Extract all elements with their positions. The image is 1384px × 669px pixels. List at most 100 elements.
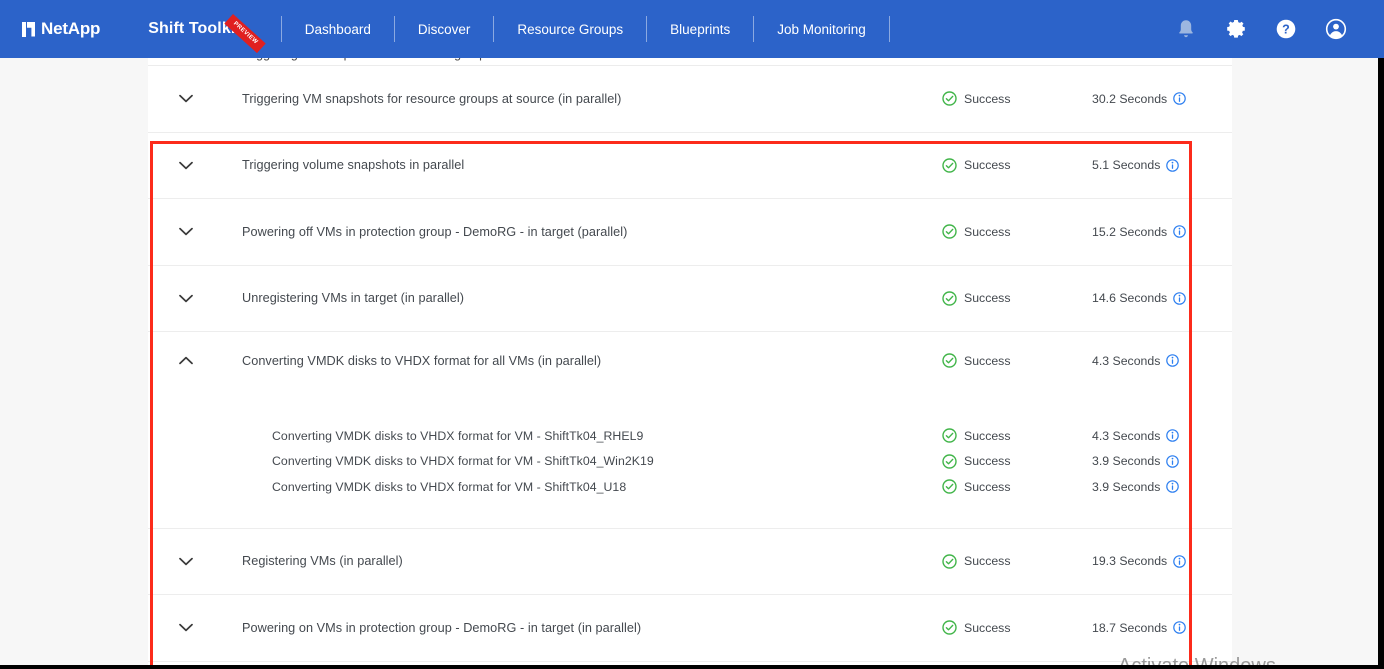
duration-cell: 14.6 Seconds: [1092, 291, 1232, 305]
substep-label: Converting VMDK disks to VHDX format for…: [272, 428, 644, 443]
nav-action-icons: ?: [1174, 17, 1348, 41]
brand-label: NetApp: [41, 19, 101, 38]
table-row-partial[interactable]: Triggering VM snapshots for resource gro…: [148, 58, 1232, 66]
netapp-logo[interactable]: NetApp: [22, 19, 100, 39]
status-label: Success: [964, 554, 1011, 569]
app-title: Shift Toolkit PREVIEW: [148, 14, 266, 54]
nav-item-discover[interactable]: Discover: [395, 22, 494, 37]
status-badge: Success: [942, 554, 1092, 569]
status-label: Success: [964, 158, 1011, 173]
duration-label: 18.7 Seconds: [1092, 620, 1168, 635]
primary-nav: Dashboard Discover Resource Groups Bluep…: [280, 16, 890, 42]
status-badge: Success: [942, 428, 1092, 443]
table-subrow[interactable]: Converting VMDK disks to VHDX format for…: [148, 449, 1232, 475]
chevron-up-icon[interactable]: [148, 356, 224, 365]
nav-item-dashboard[interactable]: Dashboard: [282, 22, 394, 37]
top-navigation-bar: NetApp Shift Toolkit PREVIEW Dashboard D…: [0, 0, 1384, 58]
nav-item-job-monitoring[interactable]: Job Monitoring: [754, 22, 889, 37]
chevron-down-icon[interactable]: [148, 161, 224, 170]
status-badge: Success: [948, 58, 995, 61]
user-account-icon[interactable]: [1324, 17, 1348, 41]
duration-label: 15.2 Seconds: [1092, 224, 1168, 239]
duration-cell: 5.1 Seconds: [1092, 158, 1232, 172]
nav-divider: [888, 16, 890, 42]
status-label: Success: [964, 620, 1011, 635]
substep-label: Converting VMDK disks to VHDX format for…: [272, 454, 654, 469]
chevron-down-icon[interactable]: [148, 623, 224, 632]
info-icon[interactable]: [1173, 291, 1187, 305]
step-label: Unregistering VMs in target (in parallel…: [242, 291, 465, 306]
chevron-down-icon[interactable]: [148, 294, 224, 303]
success-check-icon: [942, 454, 957, 469]
window-edge-right: [1378, 58, 1384, 669]
duration-cell: 3.9 Seconds: [1092, 480, 1232, 494]
table-row[interactable]: Triggering VM snapshots for resource gro…: [148, 66, 1232, 133]
table-subrow[interactable]: Converting VMDK disks to VHDX format for…: [148, 474, 1232, 500]
status-badge: Success: [942, 91, 1092, 106]
status-label: Success: [964, 91, 1011, 106]
job-steps-card: Triggering VM snapshots for resource gro…: [148, 58, 1232, 669]
window-edge-bottom: [0, 665, 1384, 669]
success-check-icon: [942, 91, 957, 106]
success-check-icon: [942, 479, 957, 494]
step-label: Registering VMs (in parallel): [242, 554, 403, 569]
chevron-down-icon[interactable]: [148, 557, 224, 566]
job-steps-table: Triggering VM snapshots for resource gro…: [148, 66, 1232, 662]
table-row[interactable]: Unregistering VMs in target (in parallel…: [148, 265, 1232, 332]
step-label: Powering on VMs in protection group - De…: [242, 620, 642, 635]
info-icon[interactable]: [1166, 354, 1180, 367]
duration-cell: 4.3 Seconds: [1092, 429, 1232, 443]
application-window: NetApp Shift Toolkit PREVIEW Dashboard D…: [0, 0, 1384, 669]
duration-label: 4.3 Seconds: [1092, 353, 1161, 368]
settings-gear-icon[interactable]: [1224, 17, 1248, 41]
success-check-icon: [942, 224, 957, 239]
info-icon[interactable]: [1166, 429, 1180, 443]
info-icon[interactable]: [1173, 92, 1187, 106]
success-check-icon: [942, 428, 957, 443]
help-question-icon[interactable]: ?: [1274, 17, 1298, 41]
status-badge: Success: [942, 158, 1092, 173]
status-badge: Success: [942, 353, 1092, 368]
info-icon[interactable]: [1166, 454, 1180, 468]
duration-label: 3.9 Seconds: [1092, 479, 1161, 494]
status-label: Success: [964, 454, 1011, 469]
duration-cell: 3.9 Seconds: [1092, 454, 1232, 468]
duration-label: 3.9 Seconds: [1092, 454, 1161, 469]
success-check-icon: [942, 291, 957, 306]
info-icon[interactable]: [1173, 621, 1187, 635]
status-badge: Success: [942, 620, 1092, 635]
chevron-down-icon[interactable]: [162, 58, 176, 61]
step-label: Triggering VM snapshots for resource gro…: [242, 58, 547, 61]
expanded-substep-group: Converting VMDK disks to VHDX format for…: [148, 389, 1232, 529]
table-row[interactable]: Triggering volume snapshots in parallel S…: [148, 132, 1232, 199]
chevron-down-icon[interactable]: [148, 227, 224, 236]
status-label: Success: [964, 428, 1011, 443]
success-check-icon: [942, 158, 957, 173]
table-row[interactable]: Registering VMs (in parallel) Success 19.3…: [148, 528, 1232, 595]
duration-label: 5.1 Seconds: [1092, 158, 1161, 173]
duration-label: 14.6 Seconds: [1092, 291, 1168, 306]
success-check-icon: [942, 620, 957, 635]
nav-item-blueprints[interactable]: Blueprints: [647, 22, 753, 37]
status-label: Success: [964, 224, 1011, 239]
info-icon[interactable]: [1166, 480, 1180, 494]
step-label: Triggering volume snapshots in parallel: [242, 158, 465, 173]
info-icon[interactable]: [1173, 225, 1187, 239]
info-icon[interactable]: [1166, 158, 1180, 172]
duration-cell: 19.3 Seconds: [1092, 554, 1232, 568]
table-row[interactable]: Powering on VMs in protection group - De…: [148, 595, 1232, 662]
table-subrow[interactable]: Converting VMDK disks to VHDX format for…: [148, 423, 1232, 449]
table-row[interactable]: Converting VMDK disks to VHDX format for…: [148, 332, 1232, 389]
netapp-mark-icon: [22, 21, 35, 37]
status-badge: Success: [942, 224, 1092, 239]
success-check-icon: [942, 353, 957, 368]
table-row[interactable]: Powering off VMs in protection group - D…: [148, 199, 1232, 266]
notifications-bell-icon[interactable]: [1174, 17, 1198, 41]
svg-text:?: ?: [1282, 22, 1290, 36]
step-label: Powering off VMs in protection group - D…: [242, 224, 628, 239]
chevron-down-icon[interactable]: [148, 94, 224, 103]
duration-label: 4.3 Seconds: [1092, 428, 1161, 443]
info-icon[interactable]: [1173, 554, 1187, 568]
nav-item-resource-groups[interactable]: Resource Groups: [494, 22, 646, 37]
status-badge: Success: [942, 291, 1092, 306]
